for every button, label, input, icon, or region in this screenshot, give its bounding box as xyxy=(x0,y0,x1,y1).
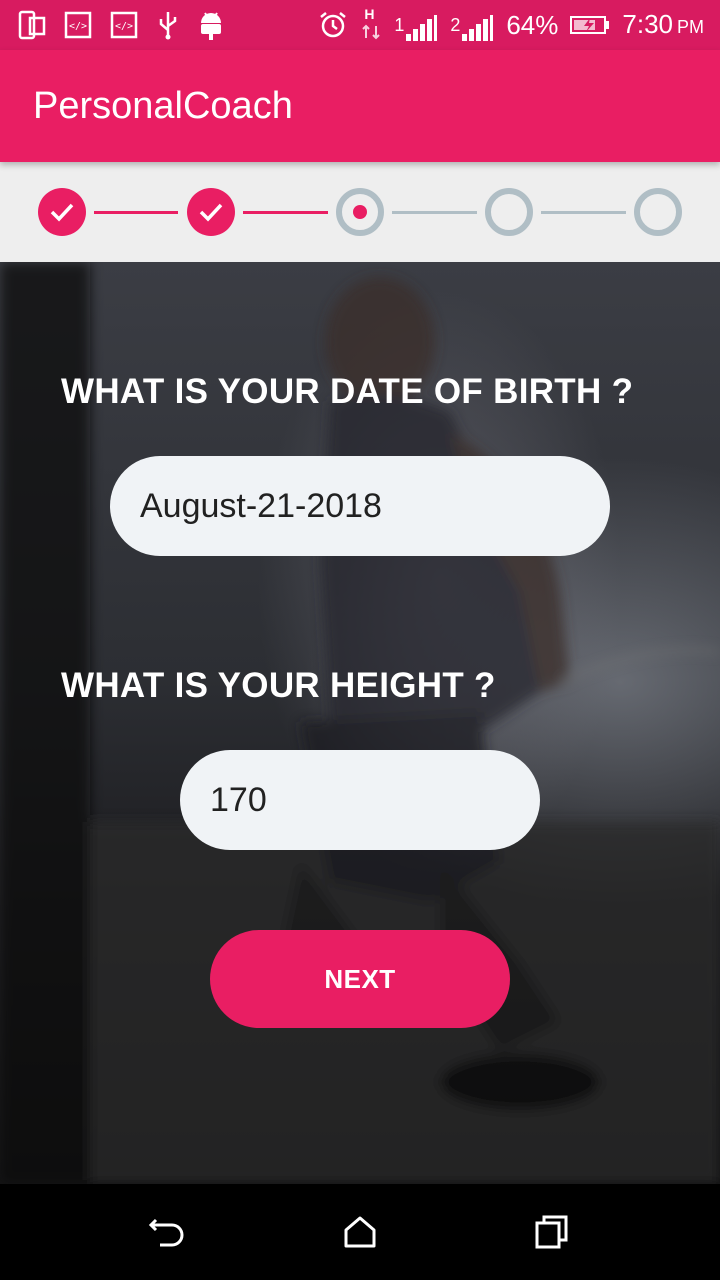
form-content: WHAT IS YOUR DATE OF BIRTH ? August-21-2… xyxy=(0,262,720,1184)
step-4-pending[interactable] xyxy=(485,188,533,236)
status-bar: </> </> H 1 2 64% 7:30 PM xyxy=(0,0,720,50)
status-right-icons: H 1 2 64% 7:30 PM xyxy=(318,6,704,42)
height-question: WHAT IS YOUR HEIGHT ? xyxy=(61,666,496,705)
battery-percent: 64% xyxy=(506,10,559,40)
sim2-label: 2 xyxy=(450,15,461,35)
dob-field[interactable]: August-21-2018 xyxy=(110,456,610,556)
usb-icon xyxy=(156,10,180,40)
step-1-completed[interactable] xyxy=(38,188,86,236)
code-icon: </> xyxy=(110,11,138,39)
back-icon[interactable] xyxy=(148,1212,188,1252)
clock-time: 7:30 xyxy=(622,8,673,39)
recents-icon[interactable] xyxy=(532,1212,572,1252)
signal-2-icon: 2 xyxy=(450,8,494,42)
code-icon: </> xyxy=(64,11,92,39)
step-2-completed[interactable] xyxy=(187,188,235,236)
android-icon xyxy=(198,9,224,41)
next-button[interactable]: NEXT xyxy=(210,930,510,1028)
step-connector xyxy=(541,211,626,214)
check-icon xyxy=(199,203,223,222)
progress-stepper xyxy=(0,162,720,262)
clock-ampm: PM xyxy=(677,16,704,37)
signal-1-icon: 1 xyxy=(394,8,438,42)
height-field[interactable]: 170 xyxy=(180,750,540,850)
data-arrows-icon: H xyxy=(360,6,382,42)
current-step-dot xyxy=(353,205,367,219)
status-left-icons: </> </> xyxy=(18,8,224,42)
sim1-label: 1 xyxy=(394,15,405,35)
alarm-icon xyxy=(318,10,348,40)
svg-text:</>: </> xyxy=(115,21,133,32)
check-icon xyxy=(50,203,74,222)
step-connector xyxy=(94,211,178,214)
svg-text:</>: </> xyxy=(69,21,87,32)
battery-charging-icon xyxy=(570,15,610,35)
dob-question: WHAT IS YOUR DATE OF BIRTH ? xyxy=(61,372,634,411)
app-bar: PersonalCoach xyxy=(0,50,720,162)
step-connector xyxy=(392,211,477,214)
step-connector xyxy=(243,211,328,214)
app-title: PersonalCoach xyxy=(33,85,293,127)
step-5-pending[interactable] xyxy=(634,188,682,236)
navigation-bar xyxy=(0,1184,720,1280)
screen-mirror-icon xyxy=(18,10,46,40)
step-3-current[interactable] xyxy=(336,188,384,236)
home-icon[interactable] xyxy=(340,1212,380,1252)
